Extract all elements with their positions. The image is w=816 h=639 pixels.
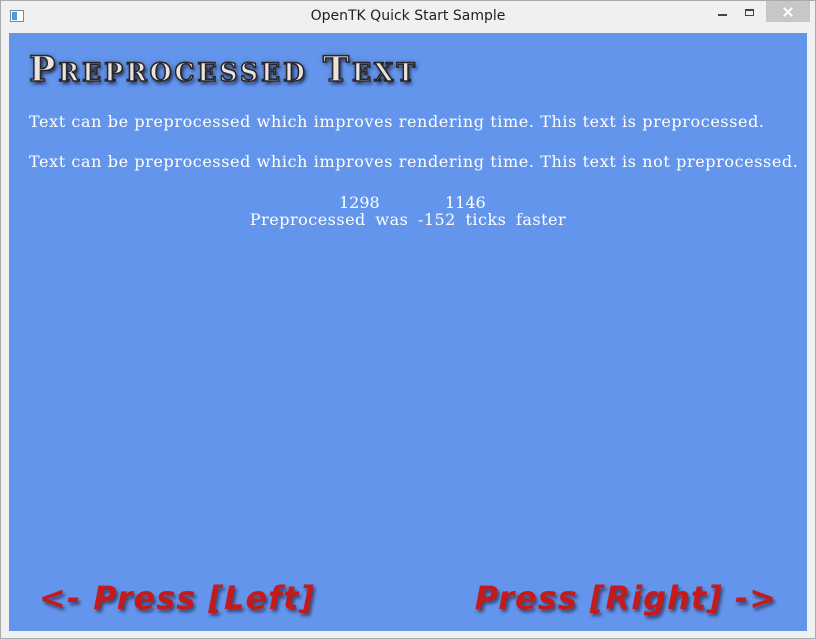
app-window: OpenTK Quick Start Sample Preprocessed T… (0, 0, 816, 639)
press-left-hint: <- Press [Left] (39, 579, 315, 617)
timing-summary: Preprocessed was -152 ticks faster (249, 210, 567, 229)
window-title: OpenTK Quick Start Sample (310, 8, 506, 24)
preprocessed-text-line: Text can be preprocessed which improves … (29, 112, 765, 131)
minimize-button[interactable] (707, 1, 737, 23)
maximize-button[interactable] (734, 1, 764, 23)
close-icon (782, 6, 794, 18)
minimize-icon (717, 14, 727, 16)
close-button[interactable] (766, 1, 810, 22)
render-canvas[interactable]: Preprocessed Text Text can be preprocess… (9, 33, 807, 631)
press-right-hint: Press [Right] -> (474, 579, 777, 617)
page-heading: Preprocessed Text (28, 48, 419, 91)
not-preprocessed-text-line: Text can be preprocessed which improves … (29, 152, 799, 171)
title-bar[interactable]: OpenTK Quick Start Sample (1, 1, 815, 32)
maximize-icon (744, 8, 754, 16)
